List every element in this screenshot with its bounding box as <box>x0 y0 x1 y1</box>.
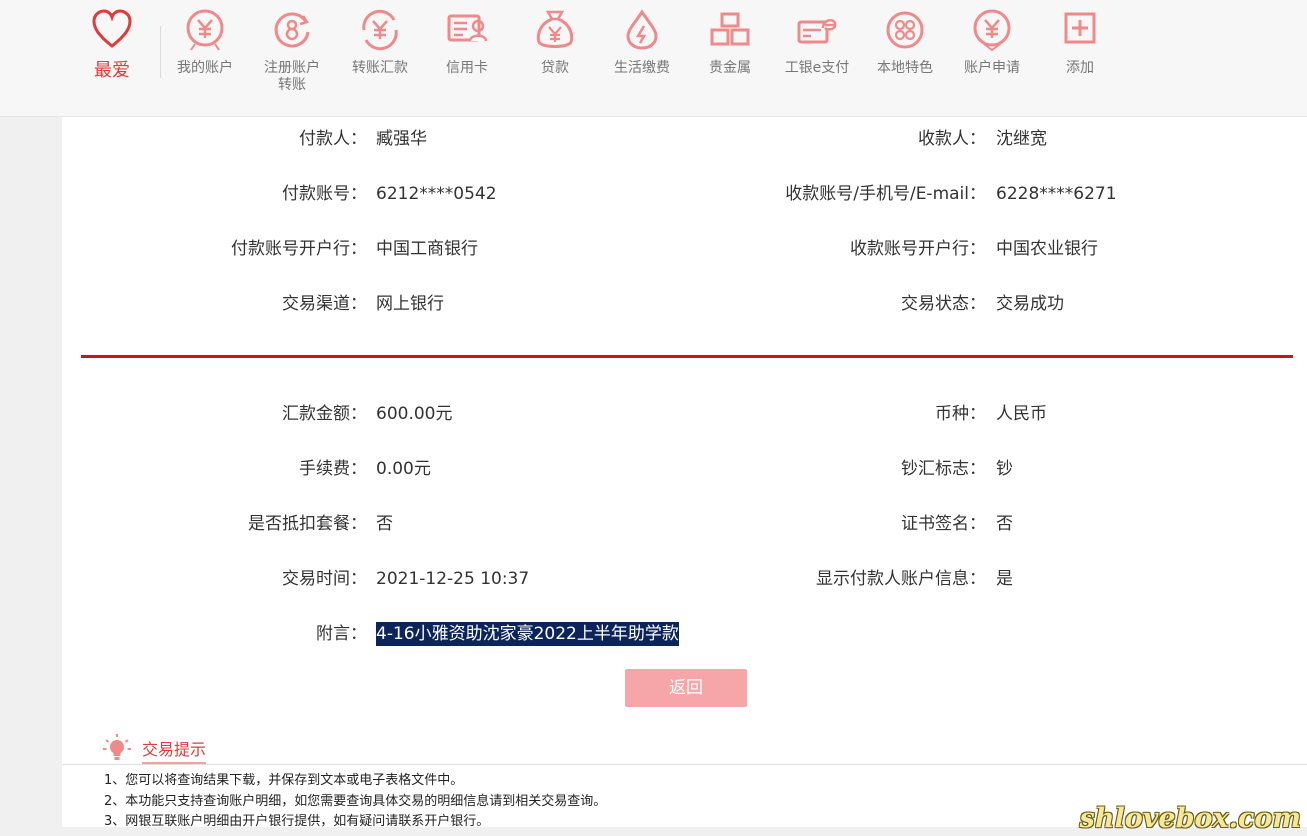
yen-circle-icon <box>973 9 1011 52</box>
fee-label: 手续费： <box>299 459 367 479</box>
nav-precious-metal[interactable]: 贵金属 <box>690 0 770 116</box>
payee-bank-label: 收款账号开户行： <box>850 239 986 259</box>
payer-account-label: 付款账号： <box>282 184 367 204</box>
nav-item-label: 贷款 <box>541 60 569 76</box>
show-payer-label: 显示付款人账户信息： <box>816 569 986 589</box>
channel-value: 网上银行 <box>376 294 444 314</box>
detail-row: 附言： 4-16小雅资助沈家豪2022上半年助学款 <box>62 622 1307 646</box>
payee-label: 收款人： <box>918 129 986 149</box>
detail-row: 交易渠道： 网上银行 交易状态： 交易成功 <box>62 292 1307 316</box>
tips-title: 交易提示 <box>142 736 207 765</box>
payer-label: 付款人： <box>299 129 367 149</box>
show-payer-value: 是 <box>996 569 1013 589</box>
nav-item-label: 本地特色 <box>877 60 933 76</box>
nav-item-label: 生活缴费 <box>614 60 670 76</box>
payee-account-value: 6228****6271 <box>996 184 1117 204</box>
payee-bank-value: 中国农业银行 <box>996 239 1098 259</box>
tip-item: 3、网银互联账户明细由开户银行提供，如有疑问请联系开户银行。 <box>104 814 490 829</box>
nav-my-account[interactable]: 我的账户 <box>165 0 245 116</box>
nav-loan[interactable]: 贷款 <box>515 0 595 116</box>
plus-square-icon <box>1064 12 1096 44</box>
channel-label: 交易渠道： <box>282 294 367 314</box>
nav-account-apply[interactable]: 账户申请 <box>952 0 1032 116</box>
nav-utility-payment[interactable]: 生活缴费 <box>602 0 682 116</box>
time-label: 交易时间： <box>282 569 367 589</box>
nav-item-label: 注册账户 转账 <box>264 60 320 93</box>
currency-value: 人民币 <box>996 404 1047 424</box>
nav-item-label: 我的账户 <box>177 60 233 76</box>
local-dots-icon <box>886 11 924 49</box>
section-divider <box>81 355 1293 358</box>
status-value: 交易成功 <box>996 294 1064 314</box>
nav-item-label: 转账汇款 <box>352 60 408 76</box>
nav-item-label: 添加 <box>1066 60 1094 76</box>
nav-divider <box>160 26 161 78</box>
nav-item-label: 信用卡 <box>446 60 488 76</box>
amount-value: 600.00元 <box>376 404 453 424</box>
gold-bars-icon <box>710 12 750 46</box>
remark-label: 附言： <box>316 624 367 644</box>
payer-account-value: 6212****0542 <box>376 184 497 204</box>
yen-refresh-icon <box>362 9 398 51</box>
detail-row: 手续费： 0.00元 钞汇标志： 钞 <box>62 457 1307 481</box>
status-label: 交易状态： <box>901 294 986 314</box>
package-value: 否 <box>376 514 393 534</box>
detail-row: 是否抵扣套餐： 否 证书签名： 否 <box>62 512 1307 536</box>
fee-value: 0.00元 <box>376 459 431 479</box>
cash-flag-value: 钞 <box>996 459 1013 479</box>
payee-account-label: 收款账号/手机号/E-mail： <box>785 184 986 204</box>
detail-row: 汇款金额： 600.00元 币种： 人民币 <box>62 402 1307 426</box>
nav-transfer-remit[interactable]: 转账汇款 <box>340 0 420 116</box>
tip-item: 2、本功能只支持查询账户明细，如您需要查询具体交易的明细信息请到相关交易查询。 <box>104 794 607 809</box>
nav-favorite[interactable]: 最爱 <box>72 0 152 116</box>
remark-value[interactable]: 4-16小雅资助沈家豪2022上半年助学款 <box>376 622 679 646</box>
nav-add[interactable]: 添加 <box>1040 0 1120 116</box>
payer-value: 臧强华 <box>376 129 427 149</box>
nav-item-label: 工银e支付 <box>784 60 850 76</box>
currency-label: 币种： <box>935 404 986 424</box>
nav-credit-card[interactable]: 信用卡 <box>427 0 507 116</box>
cert-sign-value: 否 <box>996 514 1013 534</box>
time-value: 2021-12-25 10:37 <box>376 569 530 589</box>
detail-row: 付款账号： 6212****0542 收款账号/手机号/E-mail： 6228… <box>62 182 1307 206</box>
cert-sign-label: 证书签名： <box>901 514 986 534</box>
yen-circle-icon <box>186 9 224 51</box>
top-nav-bar: 最爱 我的账户 注册账户 转账 转账汇款 信用卡 贷款 生活缴费 贵金属 工银e… <box>0 0 1307 117</box>
tip-item: 1、您可以将查询结果下载，并保存到文本或电子表格文件中。 <box>104 773 464 788</box>
nav-item-label: 账户申请 <box>964 60 1020 76</box>
payer-bank-label: 付款账号开户行： <box>231 239 367 259</box>
back-button[interactable]: 返回 <box>625 669 747 707</box>
money-bag-icon <box>536 10 574 48</box>
transfer-circle-icon <box>274 12 310 48</box>
watermark: shlovebox.com <box>1079 803 1301 834</box>
detail-row: 付款人： 臧强华 收款人： 沈继宽 <box>62 127 1307 151</box>
nav-item-label: 贵金属 <box>709 60 751 76</box>
credit-card-icon <box>447 14 488 42</box>
amount-label: 汇款金额： <box>282 404 367 424</box>
package-label: 是否抵扣套餐： <box>248 514 367 534</box>
nav-favorite-label: 最爱 <box>94 60 130 81</box>
nav-local-feature[interactable]: 本地特色 <box>865 0 945 116</box>
heart-icon <box>92 9 132 48</box>
e-pay-icon <box>797 19 837 44</box>
transaction-detail-panel: 付款人： 臧强华 收款人： 沈继宽 付款账号： 6212****0542 收款账… <box>62 117 1307 716</box>
detail-row: 付款账号开户行： 中国工商银行 收款账号开户行： 中国农业银行 <box>62 237 1307 261</box>
utility-drop-icon <box>626 9 658 50</box>
cash-flag-label: 钞汇标志： <box>901 459 986 479</box>
payer-bank-value: 中国工商银行 <box>376 239 478 259</box>
nav-e-pay[interactable]: 工银e支付 <box>777 0 857 116</box>
detail-row: 交易时间： 2021-12-25 10:37 显示付款人账户信息： 是 <box>62 567 1307 591</box>
payee-value: 沈继宽 <box>996 129 1047 149</box>
nav-registered-transfer[interactable]: 注册账户 转账 <box>252 0 332 116</box>
lightbulb-icon <box>103 734 131 760</box>
tips-header: 交易提示 <box>62 716 1307 765</box>
